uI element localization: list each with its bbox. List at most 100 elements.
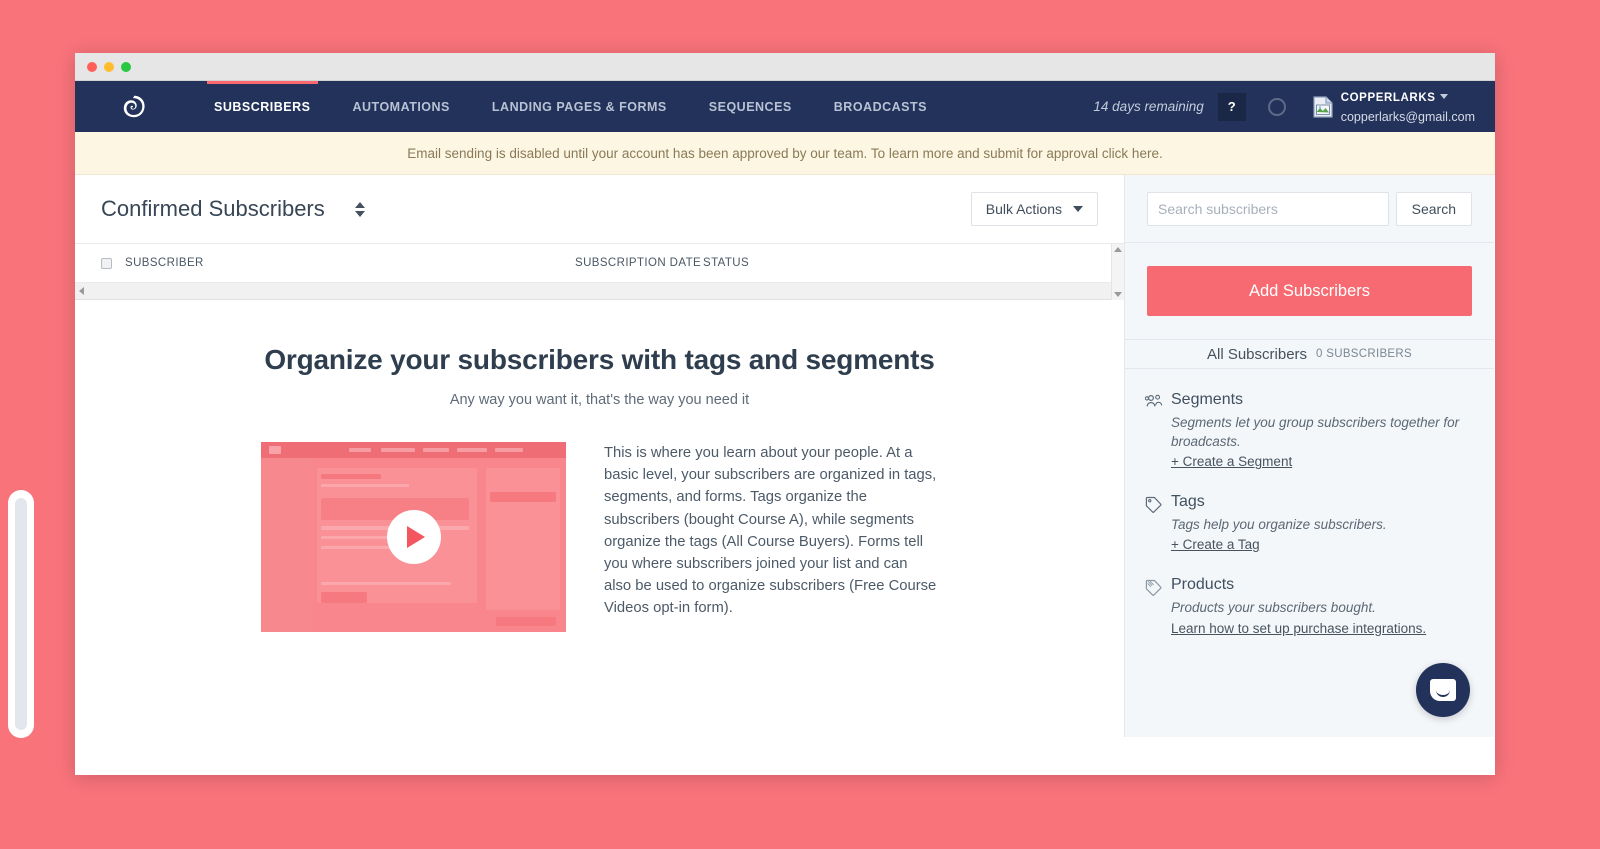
empty-state: Organize your subscribers with tags and … — [75, 300, 1124, 632]
page-vertical-scrollbar[interactable] — [8, 490, 34, 738]
intercom-chat-icon — [1430, 679, 1456, 701]
sort-updown-icon[interactable] — [354, 201, 365, 217]
video-button — [490, 492, 556, 502]
sidebar-section-body: Tags Tags help you organize subscribers.… — [1171, 493, 1472, 554]
scroll-down-arrow-icon[interactable] — [1114, 292, 1122, 297]
nav-label: BROADCASTS — [833, 99, 927, 114]
create-segment-link[interactable]: + Create a Segment — [1171, 454, 1292, 469]
search-input[interactable] — [1147, 191, 1389, 226]
section-description: Tags help you organize subscribers. — [1171, 517, 1387, 533]
video-button — [321, 592, 367, 603]
nav-label: SEQUENCES — [708, 99, 792, 114]
alert-message: Email sending is disabled until your acc… — [407, 145, 1163, 161]
product-tag-icon — [1145, 576, 1171, 637]
video-navdot — [495, 448, 523, 452]
video-logo — [269, 446, 281, 454]
column-header-subscription-date[interactable]: SUBSCRIPTION DATE — [575, 257, 703, 269]
section-title: Segments — [1171, 391, 1244, 408]
video-right-panel — [486, 468, 560, 610]
nav-right-group: 14 days remaining ? COPPERLARKS copperla… — [1093, 81, 1495, 132]
account-email: copperlarks@gmail.com — [1340, 109, 1475, 124]
nav-item-automations[interactable]: AUTOMATIONS — [332, 81, 471, 132]
chevron-down-icon — [1439, 93, 1448, 99]
trial-days-remaining: 14 days remaining — [1093, 99, 1204, 114]
circle-icon[interactable] — [1267, 97, 1286, 116]
add-subscribers-button[interactable]: Add Subscribers — [1147, 266, 1472, 316]
nav-label: SUBSCRIBERS — [214, 99, 311, 114]
column-header-status[interactable]: STATUS — [703, 257, 783, 269]
video-navdot — [381, 448, 415, 452]
window-titlebar — [75, 53, 1495, 81]
table-header-row: SUBSCRIBER SUBSCRIPTION DATE STATUS — [75, 244, 1124, 283]
scrollbar-thumb[interactable] — [15, 498, 27, 730]
video-navdot — [457, 448, 487, 452]
add-subscribers-wrap: Add Subscribers — [1125, 243, 1494, 316]
empty-state-body: This is where you learn about your peopl… — [75, 442, 1124, 632]
nav-items: SUBSCRIBERS AUTOMATIONS LANDING PAGES & … — [193, 81, 948, 132]
app-logo[interactable] — [75, 94, 193, 120]
scroll-left-arrow-icon[interactable] — [79, 287, 84, 295]
account-text: COPPERLARKS copperlarks@gmail.com — [1341, 87, 1475, 127]
page-content: Confirmed Subscribers Bulk Actions SUBSC… — [75, 175, 1495, 737]
approval-alert-banner: Email sending is disabled until your acc… — [75, 132, 1495, 175]
broken-image-icon — [1313, 95, 1333, 118]
search-button[interactable]: Search — [1395, 191, 1472, 226]
account-name: COPPERLARKS — [1340, 91, 1436, 104]
sidebar-section-tags: Tags Tags help you organize subscribers.… — [1125, 471, 1494, 554]
chevron-down-icon — [1073, 206, 1083, 212]
window-close-button[interactable] — [87, 61, 97, 72]
create-tag-link[interactable]: + Create a Tag — [1171, 537, 1260, 552]
all-subscribers-label: All Subscribers — [1207, 345, 1308, 363]
video-navdot — [349, 448, 371, 452]
empty-state-description: This is where you learn about your peopl… — [604, 445, 937, 617]
people-group-icon — [1144, 391, 1171, 471]
window-zoom-button[interactable] — [121, 61, 131, 72]
tutorial-video-thumbnail[interactable] — [261, 442, 566, 632]
subscribers-table: SUBSCRIBER SUBSCRIPTION DATE STATUS — [75, 243, 1124, 300]
select-all-checkbox[interactable] — [101, 257, 112, 269]
nav-item-subscribers[interactable]: SUBSCRIBERS — [193, 81, 332, 132]
table-horizontal-scrollbar[interactable] — [75, 283, 1124, 300]
column-header-subscriber[interactable]: SUBSCRIBER — [125, 257, 575, 269]
nav-item-broadcasts[interactable]: BROADCASTS — [813, 81, 948, 132]
empty-state-subtitle: Any way you want it, that's the way you … — [449, 392, 750, 408]
video-sidebar — [261, 458, 313, 632]
all-subscribers-count: 0 SUBSCRIBERS — [1316, 348, 1412, 360]
nav-item-sequences[interactable]: SEQUENCES — [688, 81, 813, 132]
intercom-smile — [1436, 690, 1450, 697]
bulk-actions-label: Bulk Actions — [985, 201, 1062, 217]
account-menu[interactable]: COPPERLARKS copperlarks@gmail.com — [1312, 87, 1475, 127]
section-title: Tags — [1171, 493, 1205, 511]
sort-asc-arrow — [354, 201, 365, 208]
browser-window: SUBSCRIBERS AUTOMATIONS LANDING PAGES & … — [75, 53, 1495, 775]
window-minimize-button[interactable] — [104, 61, 114, 72]
play-button[interactable] — [386, 510, 441, 564]
sidebar-section-segments: Segments Segments let you group subscrib… — [1125, 369, 1494, 471]
all-subscribers-row[interactable]: All Subscribers 0 SUBSCRIBERS — [1125, 339, 1494, 369]
help-button[interactable]: ? — [1217, 92, 1246, 121]
bulk-actions-dropdown[interactable]: Bulk Actions — [970, 192, 1098, 226]
nav-label: AUTOMATIONS — [352, 99, 450, 114]
main-column: Confirmed Subscribers Bulk Actions SUBSC… — [75, 175, 1125, 737]
sidebar-section-body: Segments Segments let you group subscrib… — [1171, 391, 1472, 471]
page-header-row: Confirmed Subscribers Bulk Actions — [75, 175, 1124, 243]
empty-state-title: Organize your subscribers with tags and … — [264, 344, 935, 375]
sort-desc-arrow — [354, 210, 365, 217]
tag-icon — [1145, 493, 1171, 554]
play-triangle-icon — [407, 526, 425, 548]
video-navdot — [423, 448, 449, 452]
section-title: Products — [1171, 576, 1235, 594]
scroll-up-arrow-icon[interactable] — [1114, 247, 1122, 252]
purchase-integrations-link[interactable]: Learn how to set up purchase integration… — [1171, 621, 1426, 636]
video-line — [321, 582, 451, 585]
intercom-chat-button[interactable] — [1416, 663, 1470, 717]
sidebar-section-body: Products Products your subscribers bough… — [1171, 576, 1472, 637]
nav-item-landing-pages-forms[interactable]: LANDING PAGES & FORMS — [471, 81, 688, 132]
sidebar-section-products: Products Products your subscribers bough… — [1125, 554, 1494, 637]
right-sidebar: Search Add Subscribers All Subscribers 0… — [1125, 175, 1494, 737]
table-vertical-scrollbar[interactable] — [1111, 244, 1124, 300]
search-row: Search — [1125, 175, 1494, 243]
section-description: Segments let you group subscribers toget… — [1171, 415, 1460, 450]
section-description: Products your subscribers bought. — [1171, 600, 1376, 616]
top-navigation: SUBSCRIBERS AUTOMATIONS LANDING PAGES & … — [75, 81, 1495, 132]
